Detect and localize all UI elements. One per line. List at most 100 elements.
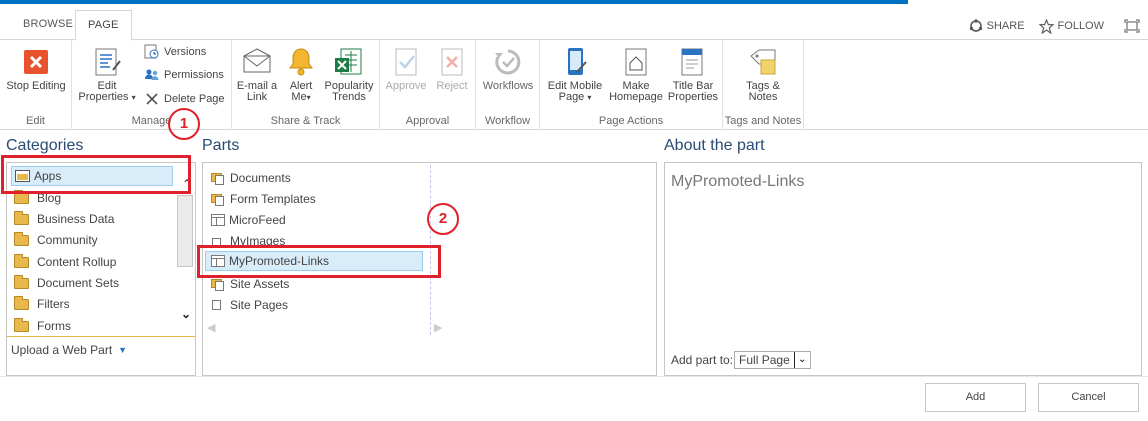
- popularity-label-2: Trends: [332, 91, 366, 103]
- suite-bar-accent: [0, 0, 908, 4]
- reject-icon: [436, 46, 468, 78]
- callout-number-2: 2: [427, 203, 459, 235]
- add-part-to-select[interactable]: Full Page ⌄: [734, 351, 811, 369]
- callout-box-categories: [1, 155, 191, 194]
- category-item-community[interactable]: Community: [14, 230, 98, 250]
- permissions-icon: [145, 69, 159, 80]
- category-label: Document Sets: [37, 276, 120, 290]
- edit-mobile-page-button[interactable]: Edit Mobile Page ▾: [544, 46, 606, 103]
- tags-notes-button[interactable]: Tags & Notes: [735, 46, 791, 103]
- part-label: MicroFeed: [229, 213, 286, 227]
- scroll-down-arrow-icon[interactable]: ⌄: [181, 307, 191, 321]
- group-label-manage: Manage: [131, 115, 172, 127]
- group-manage: Edit Properties ▾ Versions Permissions D…: [72, 40, 232, 130]
- versions-label: Versions: [164, 46, 207, 58]
- alert-me-button[interactable]: Alert Me▾: [282, 46, 320, 103]
- approve-icon: [390, 46, 422, 78]
- email-link-button[interactable]: E-mail a Link: [236, 46, 278, 103]
- document-library-icon: [211, 278, 226, 291]
- versions-icon: [144, 44, 159, 59]
- share-label: SHARE: [986, 20, 1025, 32]
- workflows-label: Workflows: [482, 80, 534, 92]
- mobile-label-2: Page ▾: [558, 91, 592, 103]
- part-label: Site Assets: [230, 277, 290, 291]
- parts-title: Parts: [202, 137, 240, 154]
- approve-button[interactable]: Approve: [384, 46, 428, 92]
- group-label-share-track: Share & Track: [270, 115, 341, 127]
- workflows-button[interactable]: Workflows: [480, 46, 536, 92]
- stop-editing-label: Stop Editing: [6, 80, 66, 92]
- excel-trends-icon: [333, 46, 365, 78]
- group-workflow: Workflows Workflow: [476, 40, 540, 130]
- workflows-icon: [492, 46, 524, 78]
- document-library-icon: [211, 193, 226, 206]
- add-button[interactable]: Add: [925, 383, 1026, 412]
- part-item-microfeed[interactable]: MicroFeed: [211, 210, 286, 230]
- folder-icon: [14, 189, 29, 204]
- ribbon-tab-bar: BROWSE PAGE SHARE FOLLOW: [0, 6, 1148, 41]
- bell-icon: [285, 46, 317, 78]
- category-label: Filters: [37, 297, 70, 311]
- folder-icon: [14, 317, 29, 332]
- versions-button[interactable]: Versions: [144, 44, 206, 60]
- title-bar-properties-button[interactable]: Title Bar Properties: [666, 46, 720, 103]
- title-bar-icon: [677, 46, 709, 78]
- homepage-icon: [620, 46, 652, 78]
- star-icon: [1038, 18, 1054, 34]
- next-page-arrow-icon[interactable]: ▶: [434, 321, 442, 334]
- tab-page[interactable]: PAGE: [75, 10, 132, 41]
- group-label-edit: Edit: [26, 115, 45, 127]
- categories-scrollbar[interactable]: [177, 195, 193, 267]
- permissions-button[interactable]: Permissions: [144, 67, 224, 83]
- stop-editing-icon: [20, 46, 52, 78]
- alert-label-2: Me▾: [291, 91, 311, 103]
- category-item-filters[interactable]: Filters: [14, 294, 70, 314]
- email-label-2: Link: [246, 91, 268, 103]
- upload-web-part-button[interactable]: Upload a Web Part ▼: [11, 343, 127, 357]
- part-label: Site Pages: [230, 298, 289, 312]
- caret-down-icon: ▼: [118, 345, 128, 355]
- folder-icon: [14, 253, 29, 268]
- category-label: Content Rollup: [37, 255, 117, 269]
- share-button[interactable]: SHARE: [969, 19, 1025, 33]
- previous-page-arrow-icon[interactable]: ◀: [207, 321, 215, 334]
- categories-title: Categories: [6, 137, 84, 154]
- edit-properties-button[interactable]: Edit Properties ▾: [76, 46, 138, 103]
- category-item-document-sets[interactable]: Document Sets: [14, 273, 119, 293]
- callout-number-1: 1: [168, 108, 200, 140]
- category-item-business-data[interactable]: Business Data: [14, 209, 114, 229]
- popularity-trends-button[interactable]: Popularity Trends: [322, 46, 376, 103]
- folder-icon: [14, 295, 29, 310]
- share-icon: [969, 19, 982, 32]
- category-item-forms[interactable]: Forms: [14, 316, 71, 336]
- category-label: Community: [37, 233, 98, 247]
- follow-button[interactable]: FOLLOW: [1038, 18, 1104, 34]
- delete-icon: [146, 93, 158, 105]
- part-item-form-templates[interactable]: Form Templates: [211, 189, 316, 209]
- group-label-workflow: Workflow: [484, 115, 531, 127]
- group-approval: Approve Reject Approval: [380, 40, 476, 130]
- folder-icon: [14, 231, 29, 246]
- part-item-site-pages[interactable]: Site Pages: [211, 295, 288, 315]
- category-item-content-rollup[interactable]: Content Rollup: [14, 252, 116, 272]
- delete-page-button[interactable]: Delete Page: [144, 91, 225, 107]
- cancel-button[interactable]: Cancel: [1038, 383, 1139, 412]
- tag-icon: [747, 46, 779, 78]
- reject-button[interactable]: Reject: [432, 46, 472, 92]
- part-label: Documents: [230, 171, 291, 185]
- pages-library-icon: [211, 299, 226, 312]
- upload-divider: [7, 336, 195, 337]
- permissions-label: Permissions: [164, 69, 224, 81]
- follow-label: FOLLOW: [1057, 20, 1104, 32]
- part-item-documents[interactable]: Documents: [211, 168, 291, 188]
- about-panel: MyPromoted-Links Add part to: Full Page …: [664, 162, 1142, 376]
- tab-browse[interactable]: BROWSE: [11, 10, 85, 41]
- folder-icon: [14, 274, 29, 289]
- add-part-to-value: Full Page: [739, 353, 790, 367]
- document-library-icon: [211, 172, 226, 185]
- mobile-icon: [559, 46, 591, 78]
- stop-editing-button[interactable]: Stop Editing: [5, 46, 67, 92]
- make-homepage-button[interactable]: Make Homepage: [608, 46, 664, 103]
- group-label-tags-notes: Tags and Notes: [724, 115, 802, 127]
- focus-content-button[interactable]: [1124, 19, 1140, 33]
